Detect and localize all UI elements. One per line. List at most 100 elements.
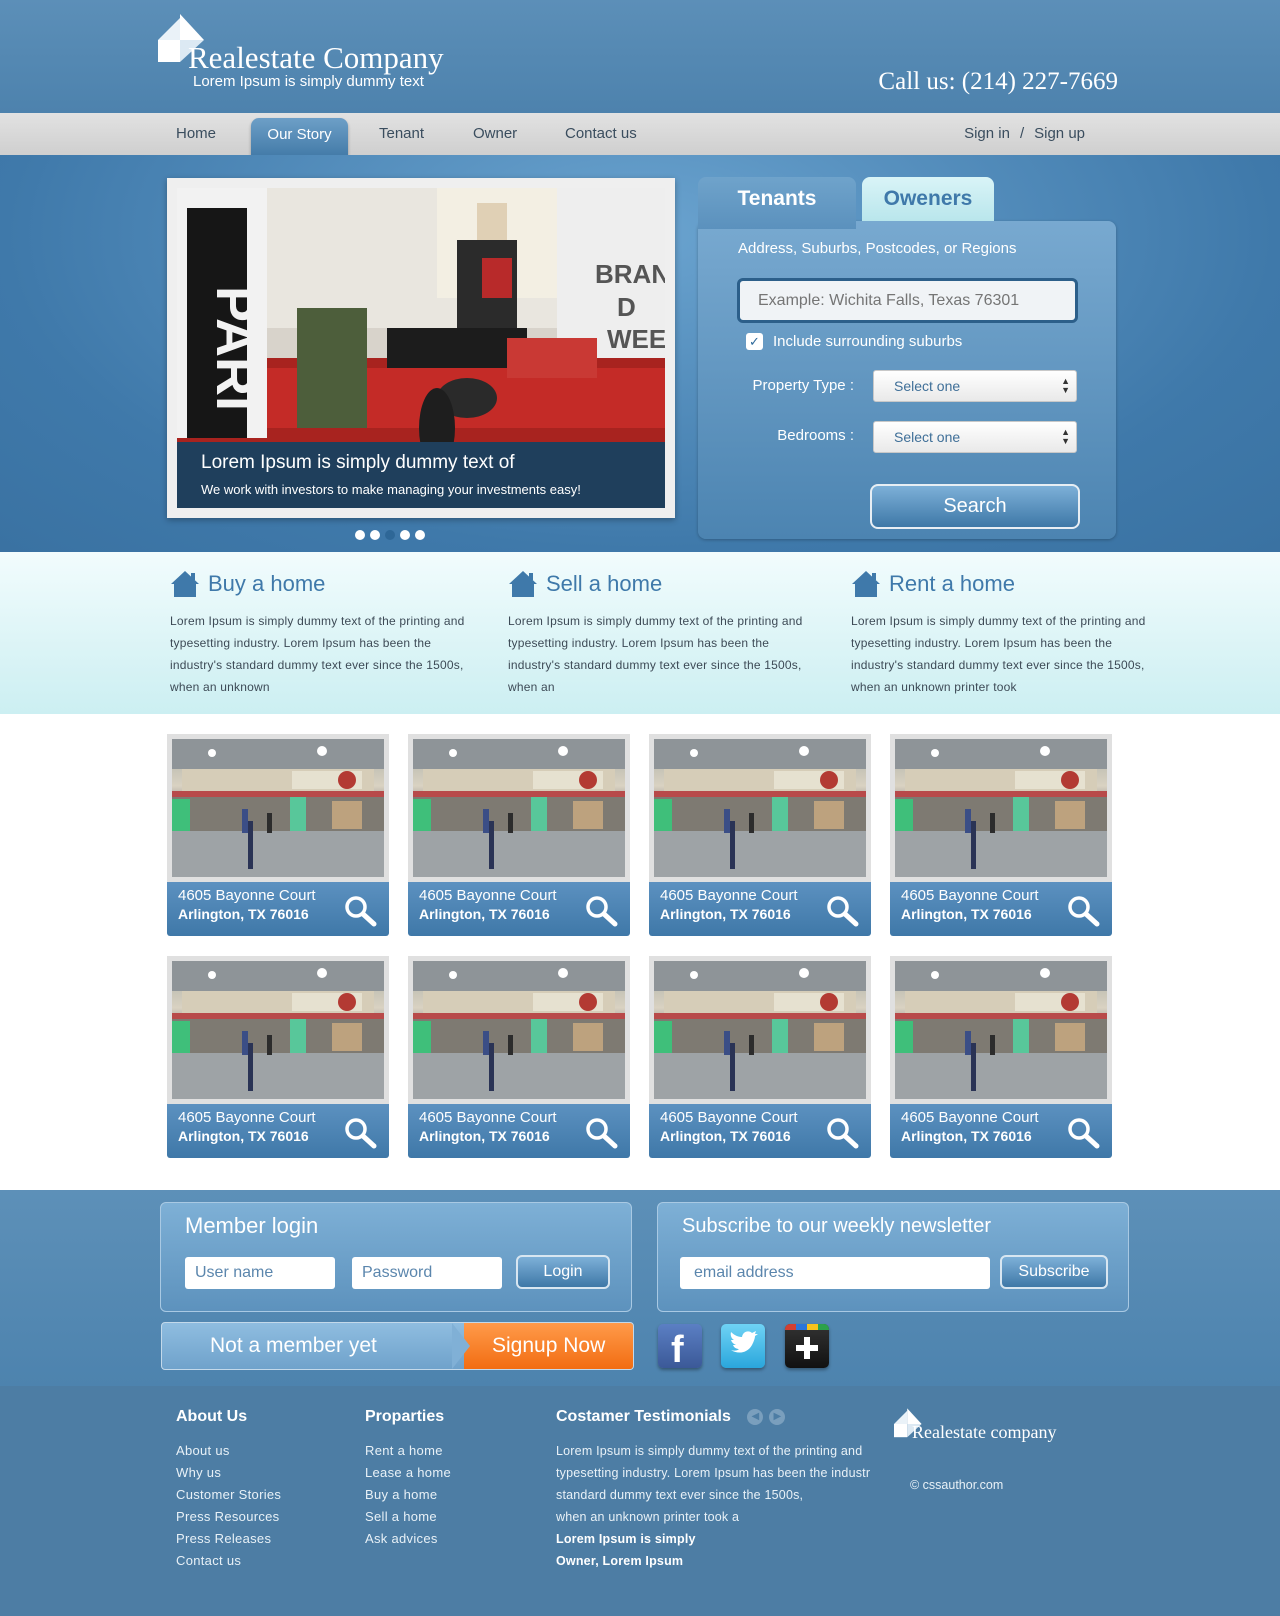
listing-card[interactable]: 4605 Bayonne Court Arlington, TX 76016 [890, 734, 1112, 936]
footer-link[interactable]: Sell a home [365, 1506, 451, 1528]
search-button[interactable]: Search [870, 484, 1080, 529]
footer-heading: About Us [176, 1408, 248, 1425]
footer-link[interactable]: Lease a home [365, 1462, 451, 1484]
tab-owners[interactable]: Oweners [862, 177, 994, 221]
signup-now-button[interactable]: Signup Now [464, 1323, 633, 1369]
subscribe-button[interactable]: Subscribe [1000, 1255, 1108, 1289]
caption-text: We work with investors to make managing … [201, 482, 581, 497]
nav-item-tenant[interactable]: Tenant [379, 113, 424, 155]
search-magnifier-icon[interactable] [1066, 1116, 1100, 1150]
twitter-icon[interactable] [721, 1324, 765, 1368]
site-footer: About Us About us Why us Customer Storie… [0, 1386, 1280, 1616]
caption-title: Lorem Ipsum is simply dummy text of [201, 452, 515, 473]
search-magnifier-icon[interactable] [584, 894, 618, 928]
username-field[interactable]: User name [185, 1257, 335, 1289]
nav-item-owner[interactable]: Owner [473, 113, 517, 155]
listing-card[interactable]: 4605 Bayonne Court Arlington, TX 76016 [408, 734, 630, 936]
footer-link[interactable]: Ask advices [365, 1528, 451, 1550]
listing-card[interactable]: 4605 Bayonne Court Arlington, TX 76016 [408, 956, 630, 1158]
facebook-icon[interactable]: f [658, 1324, 702, 1371]
listing-photo[interactable] [408, 734, 630, 882]
search-magnifier-icon[interactable] [1066, 894, 1100, 928]
footer-heading: Costamer Testimonials ◀ ▶ [556, 1408, 876, 1426]
password-field[interactable]: Password [352, 1257, 502, 1289]
footer-link[interactable]: Why us [176, 1462, 281, 1484]
footer-link[interactable]: Contact us [176, 1550, 281, 1572]
footer-about: About Us About us Why us Customer Storie… [176, 1408, 281, 1572]
listing-photo[interactable] [649, 956, 871, 1104]
slide-caption: Lorem Ipsum is simply dummy text of We w… [177, 442, 665, 508]
service-title[interactable]: Buy a home [208, 571, 325, 597]
listing-photo[interactable] [649, 734, 871, 882]
footer-link[interactable]: Press Resources [176, 1506, 281, 1528]
listing-photo[interactable] [890, 956, 1112, 1104]
listing-card[interactable]: 4605 Bayonne Court Arlington, TX 76016 [167, 956, 389, 1158]
search-magnifier-icon[interactable] [825, 1116, 859, 1150]
footer-link[interactable]: Buy a home [365, 1484, 451, 1506]
slider-dot-active[interactable] [385, 530, 395, 540]
location-search-input[interactable] [737, 278, 1078, 323]
slider-dot[interactable] [355, 530, 365, 540]
google-plus-icon[interactable] [785, 1324, 829, 1368]
footer-heading: Proparties [365, 1408, 445, 1425]
footer-company-name: Realestate company [912, 1422, 1057, 1442]
listing-info: 4605 Bayonne Court Arlington, TX 76016 [649, 1104, 871, 1158]
search-magnifier-icon[interactable] [343, 894, 377, 928]
listing-info: 4605 Bayonne Court Arlington, TX 76016 [649, 882, 871, 936]
bedrooms-select[interactable]: Select one ▲ ▼ [873, 421, 1077, 453]
sign-in-link[interactable]: Sign in [964, 125, 1010, 142]
listing-card[interactable]: 4605 Bayonne Court Arlington, TX 76016 [649, 734, 871, 936]
testimonial-role: Owner, Lorem Ipsum [556, 1554, 684, 1568]
sign-up-link[interactable]: Sign up [1034, 125, 1085, 142]
mall-photo [654, 739, 866, 877]
property-type-select[interactable]: Select one ▲ ▼ [873, 370, 1077, 402]
prev-arrow-icon[interactable]: ◀ [747, 1408, 764, 1425]
nav-item-contact-us[interactable]: Contact us [565, 113, 637, 155]
house-icon [852, 570, 880, 597]
listing-info: 4605 Bayonne Court Arlington, TX 76016 [890, 1104, 1112, 1158]
listing-photo[interactable] [408, 956, 630, 1104]
house-icon [509, 570, 537, 597]
listing-photo[interactable] [167, 956, 389, 1104]
slider-dot[interactable] [370, 530, 380, 540]
footer-link[interactable]: About us [176, 1440, 281, 1462]
nav-item-home[interactable]: Home [176, 113, 216, 155]
listing-card[interactable]: 4605 Bayonne Court Arlington, TX 76016 [649, 956, 871, 1158]
mall-photo [654, 961, 866, 1099]
include-suburbs-checkbox[interactable]: ✓ Include surrounding suburbs [746, 333, 962, 350]
tab-tenants[interactable]: Tenants [698, 177, 856, 229]
footer-link[interactable]: Customer Stories [176, 1484, 281, 1506]
main-nav: Home Our Story Tenant Owner Contact us S… [0, 113, 1280, 160]
email-field[interactable]: email address [680, 1257, 990, 1289]
footer-link[interactable]: Press Releases [176, 1528, 281, 1550]
slide-image: BRAN D WEE PARI Lorem Ipsum is simply du… [177, 188, 665, 508]
service-text: Lorem Ipsum is simply dummy text of the … [508, 614, 803, 694]
listing-info: 4605 Bayonne Court Arlington, TX 76016 [890, 882, 1112, 936]
slider-dot[interactable] [415, 530, 425, 540]
slider-dot[interactable] [400, 530, 410, 540]
search-magnifier-icon[interactable] [825, 894, 859, 928]
listing-photo[interactable] [890, 734, 1112, 882]
house-icon [171, 570, 199, 597]
image-slider[interactable]: BRAN D WEE PARI Lorem Ipsum is simply du… [167, 178, 675, 518]
checkbox-checked-icon[interactable]: ✓ [746, 333, 763, 350]
facebook-glyph: f [671, 1329, 684, 1371]
banner-arrow [452, 1323, 470, 1369]
login-button[interactable]: Login [516, 1255, 610, 1289]
listing-photo[interactable] [167, 734, 389, 882]
member-area: Member login User name Password Login Su… [0, 1190, 1280, 1386]
listing-card[interactable]: 4605 Bayonne Court Arlington, TX 76016 [167, 734, 389, 936]
testimonial-line: typesetting industry. Lorem Ipsum has be… [556, 1466, 871, 1480]
mall-photo [172, 739, 384, 877]
nav-item-our-story[interactable]: Our Story [251, 118, 348, 160]
listing-card[interactable]: 4605 Bayonne Court Arlington, TX 76016 [890, 956, 1112, 1158]
service-title[interactable]: Rent a home [889, 571, 1015, 597]
search-magnifier-icon[interactable] [343, 1116, 377, 1150]
next-arrow-icon[interactable]: ▶ [769, 1408, 786, 1425]
auth-separator: / [1019, 125, 1025, 142]
search-magnifier-icon[interactable] [584, 1116, 618, 1150]
footer-logo: Realestate company [894, 1408, 1056, 1445]
mall-photo [172, 961, 384, 1099]
footer-link[interactable]: Rent a home [365, 1440, 451, 1462]
service-title[interactable]: Sell a home [546, 571, 662, 597]
